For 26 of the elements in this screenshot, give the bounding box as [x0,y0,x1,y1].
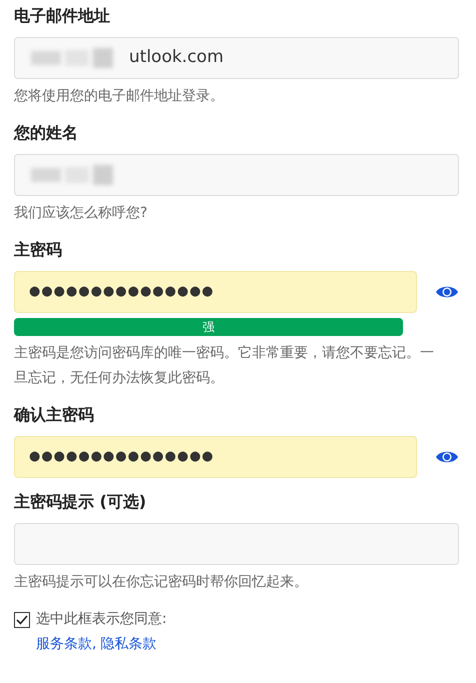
agreement-text: 选中此框表示您同意: [36,610,167,629]
input-field[interactable]: utlook.com [14,37,459,79]
input-value[interactable]: utlook.com [129,45,444,71]
check-icon [16,614,28,624]
password-value[interactable]: ●●●●●●●●●●●●●●● [29,282,402,302]
help-text: 您将使用您的电子邮件地址登录。 [14,87,225,106]
help-text: 我们应该怎么称呼您? [14,204,148,223]
eye-icon[interactable] [435,449,459,465]
field-label: 主密码 [14,239,63,261]
field-label: 主密码提示 (可选) [14,491,148,513]
strength-meter: 强 [14,318,403,336]
eye-icon[interactable] [435,284,459,300]
help-text: 主密码是您访问密码库的唯一密码。它非常重要，请您不要忘记。一旦忘记，无任何办法恢复此密码。 [14,344,435,388]
link-separator: , [92,635,96,654]
input-field[interactable] [14,154,459,196]
input-field[interactable] [14,523,459,565]
field-label: 电子邮件地址 [14,5,111,27]
agree-checkbox[interactable] [14,612,30,628]
help-text: 主密码提示可以在你忘记密码时帮你回忆起来。 [14,573,309,592]
password-field[interactable]: ●●●●●●●●●●●●●●● [14,436,417,478]
password-value[interactable]: ●●●●●●●●●●●●●●● [29,447,402,467]
field-label: 确认主密码 [14,404,95,426]
field-label: 您的姓名 [14,122,79,144]
password-field[interactable]: ●●●●●●●●●●●●●●● [14,271,417,313]
terms-link[interactable]: 隐私条款 [100,634,156,655]
terms-link[interactable]: 服务条款 [36,634,92,655]
